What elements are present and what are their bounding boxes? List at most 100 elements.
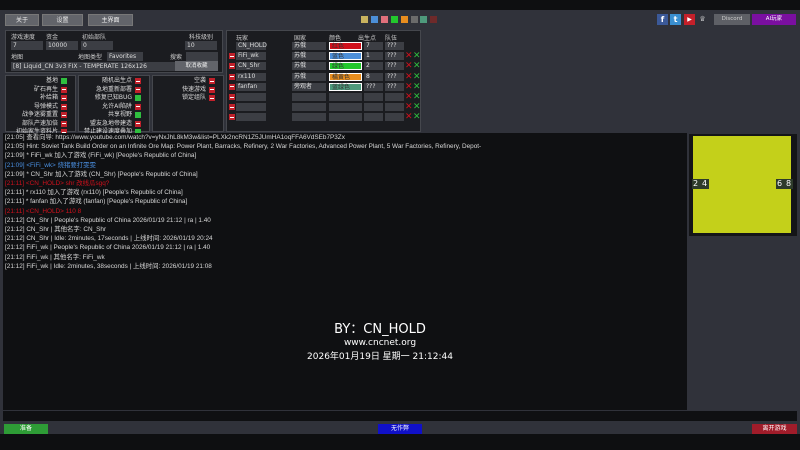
ready-button[interactable]: 准备 <box>4 424 48 434</box>
option-row[interactable]: 空袭 <box>153 77 215 86</box>
kick-button[interactable] <box>229 73 235 80</box>
start-point-select[interactable]: 7 <box>364 42 383 50</box>
swap-icon[interactable]: ✕ <box>413 93 421 102</box>
option-row[interactable]: 导弹模式 <box>6 103 67 112</box>
country-select[interactable] <box>292 93 326 101</box>
option-checkbox[interactable] <box>61 95 67 102</box>
about-button[interactable]: 关于 <box>5 14 39 26</box>
settings-button[interactable]: 设置 <box>42 14 83 26</box>
player-name-field[interactable] <box>236 103 266 112</box>
team-select[interactable] <box>385 113 404 122</box>
country-select[interactable]: 苏俄 <box>292 62 326 71</box>
kick-button[interactable] <box>229 94 235 100</box>
anticheat-button[interactable]: 无作弊 <box>378 424 422 434</box>
team-select[interactable]: ??? <box>385 52 404 61</box>
option-row[interactable]: 快速游戏 <box>153 86 215 95</box>
twitter-icon[interactable]: t <box>670 14 681 25</box>
option-checkbox[interactable] <box>209 86 215 93</box>
color-swatch[interactable] <box>400 16 408 23</box>
color-swatch[interactable] <box>410 16 418 23</box>
color-select[interactable]: 蓝绿色 <box>329 82 362 91</box>
remove-ai-icon[interactable]: ✕ <box>405 62 413 71</box>
team-select[interactable]: ??? <box>385 62 404 71</box>
team-select[interactable] <box>385 103 404 112</box>
player-name-field[interactable]: CN_HOLD <box>236 42 267 50</box>
kick-button[interactable] <box>229 114 235 121</box>
remove-ai-icon[interactable]: ✕ <box>405 82 413 91</box>
map-name-field[interactable]: [8] Liquid_CN 3v3 FIX - TEMPERATE 126x12… <box>11 62 177 71</box>
game-speed-select[interactable]: 7 <box>11 41 43 50</box>
option-row[interactable]: 共享视野 <box>79 111 141 120</box>
map-type-select[interactable]: Favorites <box>107 52 143 61</box>
map-search-input[interactable] <box>186 52 218 61</box>
color-swatch[interactable] <box>420 16 428 23</box>
kick-button[interactable] <box>229 104 235 111</box>
color-select[interactable]: 绿色 <box>329 62 362 71</box>
kick-button[interactable] <box>229 53 235 60</box>
option-row[interactable]: 补给箱 <box>6 94 67 103</box>
option-checkbox[interactable] <box>135 86 141 93</box>
player-name-field[interactable]: rx110 <box>236 72 266 81</box>
option-checkbox[interactable] <box>135 120 141 127</box>
option-row[interactable]: 随机出生点 <box>79 77 141 86</box>
option-checkbox[interactable] <box>61 120 67 127</box>
option-checkbox[interactable] <box>209 78 215 85</box>
color-select[interactable]: 橘黄色 <box>329 72 362 81</box>
swap-icon[interactable]: ✕ <box>413 113 421 122</box>
color-select[interactable]: 蓝色 <box>329 52 362 61</box>
team-select[interactable]: ??? <box>385 72 404 81</box>
color-select[interactable] <box>329 93 362 101</box>
swap-icon[interactable]: ✕ <box>413 62 421 71</box>
option-checkbox[interactable] <box>61 112 67 119</box>
remove-ai-icon[interactable]: ✕ <box>405 103 413 112</box>
player-name-field[interactable] <box>236 93 266 101</box>
main-menu-button[interactable]: 主界面 <box>88 14 133 26</box>
start-point-select[interactable]: 8 <box>364 72 383 81</box>
swap-icon[interactable]: ✕ <box>413 103 421 112</box>
start-point-8[interactable]: 8 <box>786 179 791 188</box>
option-row[interactable]: 战争迷雾重置 <box>6 111 67 120</box>
color-select[interactable] <box>329 103 362 112</box>
discord-button[interactable]: Discord <box>714 14 750 25</box>
ai-player-button[interactable]: AI玩家 <box>752 14 796 25</box>
youtube-icon[interactable]: ▶ <box>684 14 695 25</box>
player-name-field[interactable]: FiFi_wk <box>236 52 266 61</box>
kick-button[interactable] <box>229 63 235 70</box>
player-name-field[interactable] <box>236 113 266 122</box>
option-checkbox[interactable] <box>61 103 67 110</box>
country-select[interactable] <box>292 113 326 122</box>
country-select[interactable]: 苏俄 <box>292 72 326 81</box>
start-point-select[interactable] <box>364 113 383 122</box>
remove-ai-icon[interactable]: ✕ <box>405 93 413 102</box>
team-select[interactable]: ??? <box>385 82 404 91</box>
team-select[interactable] <box>385 93 404 101</box>
start-point-select[interactable]: 2 <box>364 62 383 71</box>
option-row[interactable]: 急地重新部署 <box>79 86 141 95</box>
player-name-field[interactable]: CN_Shr <box>236 62 266 71</box>
team-select[interactable]: ??? <box>385 42 404 50</box>
option-checkbox[interactable] <box>135 112 141 119</box>
option-row[interactable]: 矿石再生 <box>6 86 67 95</box>
start-point-select[interactable] <box>364 103 383 112</box>
start-point-2[interactable]: 2 <box>693 179 698 188</box>
color-swatch[interactable] <box>380 16 388 23</box>
option-checkbox[interactable] <box>135 103 141 110</box>
color-swatch[interactable] <box>430 16 438 23</box>
option-row[interactable]: 允许AI陷阱 <box>79 103 141 112</box>
color-swatch[interactable] <box>370 16 378 23</box>
color-swatch[interactable] <box>390 16 398 23</box>
option-checkbox[interactable] <box>135 78 141 85</box>
start-units-select[interactable]: 0 <box>81 41 113 50</box>
swap-icon[interactable]: ✕ <box>413 52 421 61</box>
chat-input[interactable] <box>3 411 797 421</box>
option-row[interactable]: 锁定组队 <box>153 94 215 103</box>
country-select[interactable] <box>292 103 326 112</box>
remove-ai-icon[interactable]: ✕ <box>405 52 413 61</box>
player-name-field[interactable]: fanfan <box>236 82 266 91</box>
option-checkbox[interactable] <box>61 78 67 85</box>
map-preview[interactable]: 2 4 6 8 <box>689 134 797 236</box>
remove-ai-icon[interactable]: ✕ <box>405 113 413 122</box>
country-select[interactable]: 旁观者 <box>292 82 326 91</box>
facebook-icon[interactable]: f <box>657 14 668 25</box>
color-select[interactable] <box>329 113 362 122</box>
